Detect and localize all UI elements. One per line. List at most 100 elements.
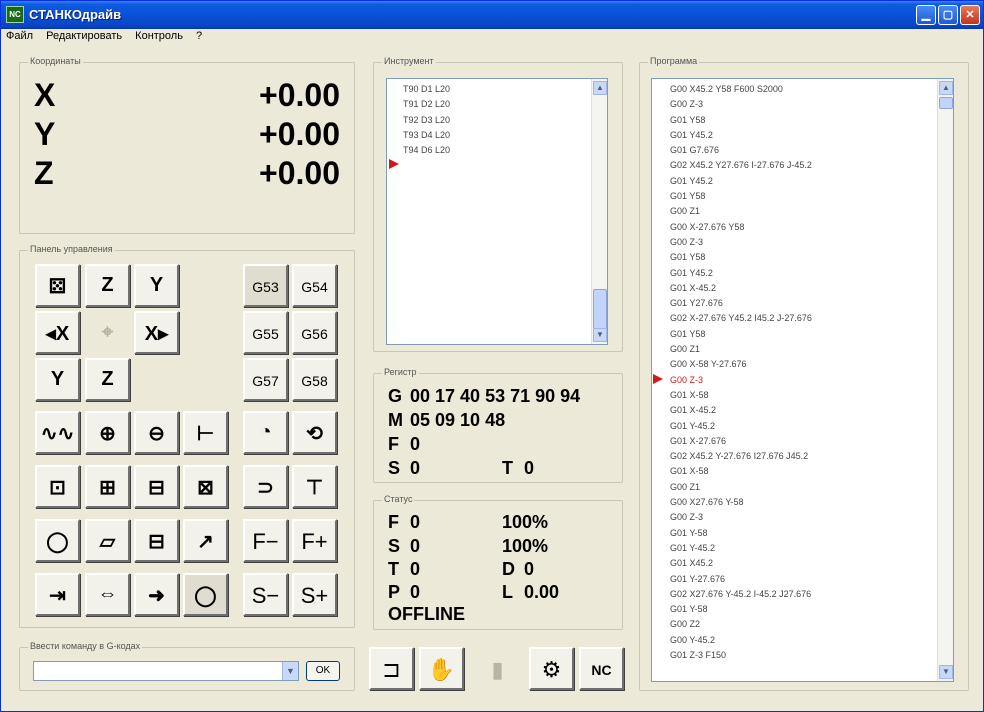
scroll-up-icon[interactable]: ▲ [939,81,953,95]
g58-button[interactable]: G58 [292,358,337,401]
op-1-button[interactable]: ◯ [35,519,80,562]
program-line[interactable]: G01 X-58 [670,388,953,403]
menu-edit[interactable]: Редактировать [41,29,127,43]
z-home-button[interactable]: Z [85,264,130,307]
program-scrollbar[interactable]: ▲ ▼ [937,79,953,681]
program-line[interactable]: G02 X45.2 Y27.676 I-27.676 J-45.2 [670,158,953,173]
mill-button[interactable]: ⚙ [529,647,574,690]
program-line[interactable]: G00 Z-3 [670,373,953,388]
program-line[interactable]: G01 Y-58 [670,602,953,617]
chevron-down-icon[interactable]: ▼ [282,662,298,680]
program-line[interactable]: G00 Z1 [670,480,953,495]
program-line[interactable]: G00 Z-3 [670,97,953,112]
program-line[interactable]: G02 X45.2 Y-27.676 I27.676 J45.2 [670,449,953,464]
coolant-button[interactable]: ⟲ [292,411,337,454]
list-item[interactable]: T90 D1 L20 [403,82,607,97]
program-line[interactable]: G00 Z-3 [670,235,953,250]
program-line[interactable]: G00 X-27.676 Y58 [670,220,953,235]
block-1-button[interactable]: ⇥ [35,573,80,616]
program-line[interactable]: G01 Y-58 [670,526,953,541]
program-line[interactable]: G00 Y-45.2 [670,633,953,648]
program-line[interactable]: G00 X45.2 Y58 F600 S2000 [670,82,953,97]
pocket-3-button[interactable]: ⊟ [134,465,179,508]
scroll-down-icon[interactable]: ▼ [939,665,953,679]
program-line[interactable]: G01 Y45.2 [670,128,953,143]
y-minus-button[interactable]: Y [35,358,80,401]
op-4-button[interactable]: ↗ [183,519,228,562]
program-line[interactable]: G01 Y58 [670,250,953,265]
ok-button[interactable]: OK [306,661,340,681]
program-line[interactable]: G00 Z1 [670,342,953,357]
spring-button[interactable]: ∿∿ [35,411,80,454]
z-minus-button[interactable]: Z [85,358,130,401]
g54-button[interactable]: G54 [292,264,337,307]
pocket-4-button[interactable]: ⊠ [183,465,228,508]
instruments-list[interactable]: T90 D1 L20 T91 D2 L20 T92 D3 L20 T93 D4 … [386,78,608,345]
program-line[interactable]: G00 Z-3 [670,510,953,525]
pocket-1-button[interactable]: ⊡ [35,465,80,508]
probe-button[interactable]: ◔ [243,411,288,454]
program-line[interactable]: G01 Y58 [670,327,953,342]
title-bar[interactable]: NC СТАНКОдрайв ▁ ▢ ✕ [1,1,983,29]
feed-plus-button[interactable]: F+ [292,519,337,562]
program-line[interactable]: G01 X-58 [670,464,953,479]
minimize-button[interactable]: ▁ [916,5,936,25]
x-minus-button[interactable]: ◂X [35,311,80,354]
menu-file[interactable]: Файл [1,29,38,43]
program-list[interactable]: G00 X45.2 Y58 F600 S2000 G00 Z-3 G01 Y58 G0… [651,78,954,682]
pocket-2-button[interactable]: ⊞ [85,465,130,508]
program-line[interactable]: G01 Z-3 F150 [670,648,953,663]
g53-button[interactable]: G53 [243,264,288,307]
program-line[interactable]: G01 Y58 [670,113,953,128]
scroll-up-icon[interactable]: ▲ [593,81,607,95]
feed-minus-button[interactable]: F− [243,519,288,562]
list-item[interactable]: T91 D2 L20 [403,97,607,112]
program-line[interactable]: G02 X-27.676 Y45.2 I45.2 J-27.676 [670,311,953,326]
g56-button[interactable]: G56 [292,311,337,354]
program-line[interactable]: G01 Y45.2 [670,174,953,189]
menu-help[interactable]: ? [191,29,207,43]
close-button[interactable]: ✕ [960,5,980,25]
list-item[interactable]: T93 D4 L20 [403,128,607,143]
block-4-button[interactable]: ◯ [183,573,228,616]
scroll-thumb[interactable] [593,289,607,329]
program-line[interactable]: G01 X-27.676 [670,434,953,449]
y-home-button[interactable]: Y [134,264,179,307]
g55-button[interactable]: G55 [243,311,288,354]
block-3-button[interactable]: ➜ [134,573,179,616]
program-line[interactable]: G00 Z2 [670,617,953,632]
drill-2-button[interactable]: ⊖ [134,411,179,454]
tap-button[interactable]: ⊤ [292,465,337,508]
speed-plus-button[interactable]: S+ [292,573,337,616]
program-line[interactable]: G00 Z1 [670,204,953,219]
block-2-button[interactable]: ⇔ [85,573,130,616]
drill-1-button[interactable]: ⊕ [85,411,130,454]
op-2-button[interactable]: ▱ [85,519,130,562]
program-line[interactable]: G00 X27.676 Y-58 [670,495,953,510]
program-line[interactable]: G00 X-58 Y-27.676 [670,357,953,372]
program-line[interactable]: G01 Y45.2 [670,266,953,281]
op-3-button[interactable]: ⊟ [134,519,179,562]
program-line[interactable]: G01 Y-45.2 [670,541,953,556]
command-input[interactable]: ▼ [33,661,299,681]
scroll-down-icon[interactable]: ▼ [593,328,607,342]
tool-change-button[interactable]: ⚄ [35,264,80,307]
scroll-thumb[interactable] [939,97,953,109]
program-line[interactable]: G01 Y-45.2 [670,419,953,434]
program-line[interactable]: G01 X-45.2 [670,281,953,296]
x-plus-button[interactable]: X▸ [134,311,179,354]
drill-3-button[interactable]: ⊢ [183,411,228,454]
run-button[interactable]: ⊐ [369,647,414,690]
g57-button[interactable]: G57 [243,358,288,401]
instruments-scrollbar[interactable]: ▲ ▼ [591,79,607,344]
program-line[interactable]: G01 X-45.2 [670,403,953,418]
maximize-button[interactable]: ▢ [938,5,958,25]
manual-button[interactable]: ✋ [419,647,464,690]
program-line[interactable]: G01 Y27.676 [670,296,953,311]
spindle-button[interactable]: ⊃ [243,465,288,508]
program-line[interactable]: G02 X27.676 Y-45.2 I-45.2 J27.676 [670,587,953,602]
program-line[interactable]: G01 G7.676 [670,143,953,158]
list-item[interactable]: T92 D3 L20 [403,113,607,128]
program-line[interactable]: G01 Y58 [670,189,953,204]
speed-minus-button[interactable]: S− [243,573,288,616]
